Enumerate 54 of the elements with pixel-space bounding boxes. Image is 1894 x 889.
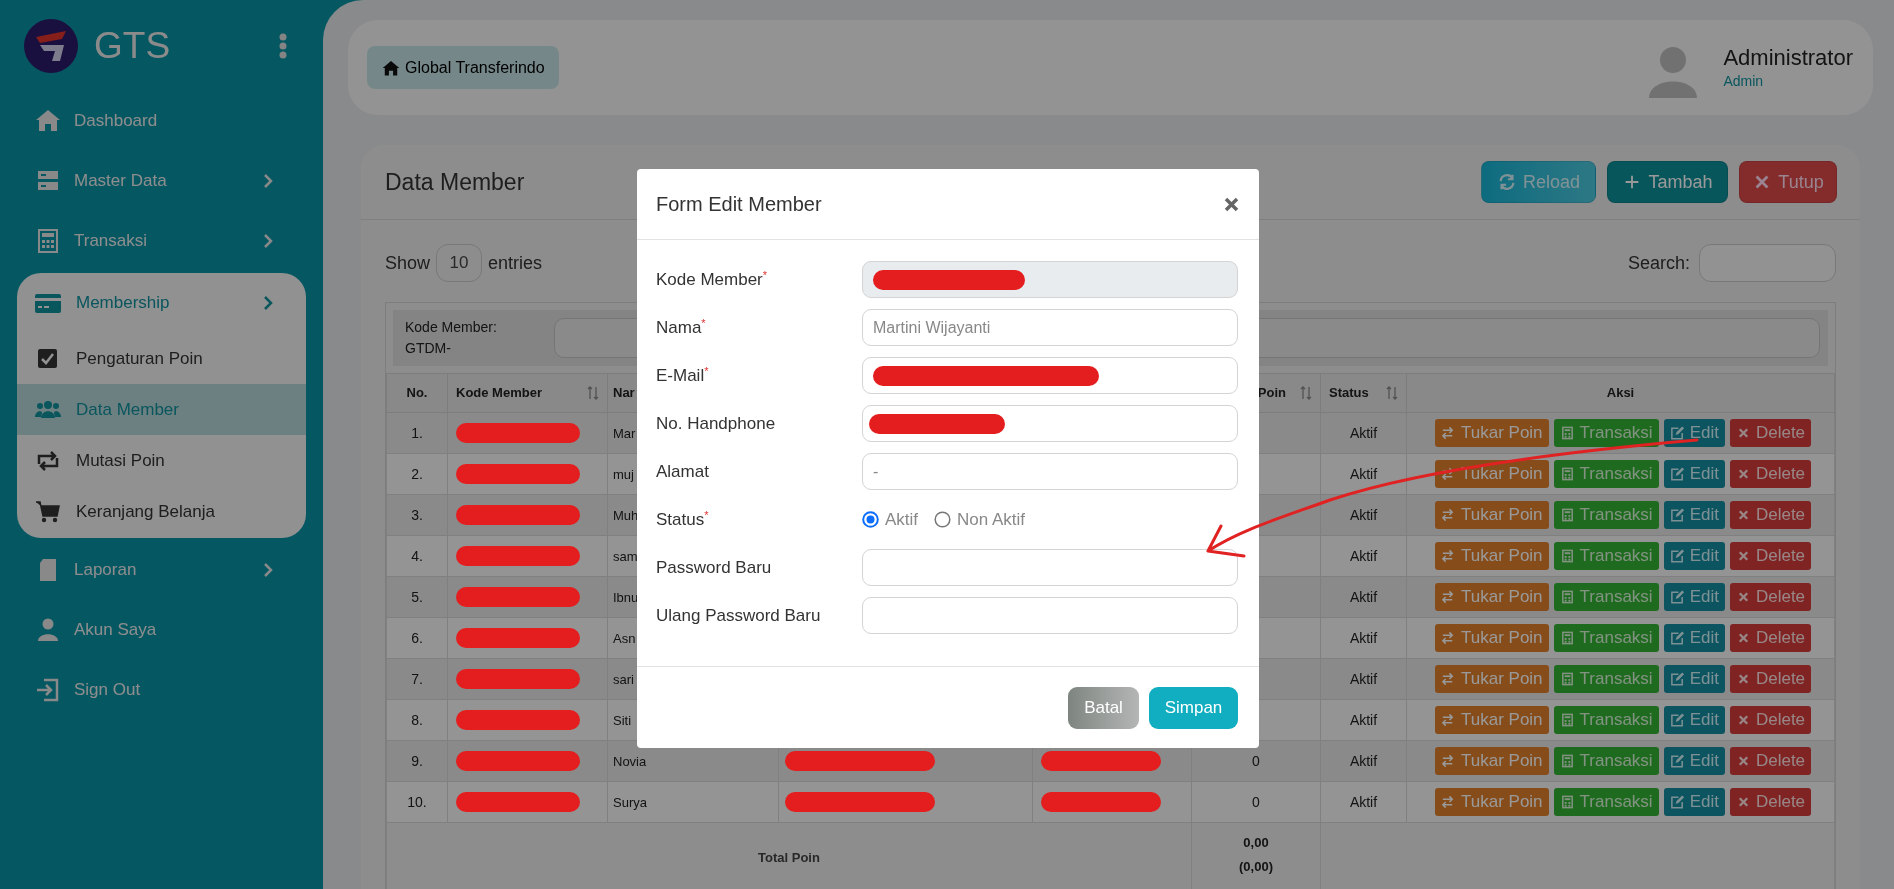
- table-cell: Aktif: [1349, 506, 1378, 523]
- table-cell: 0: [1252, 752, 1260, 769]
- table-cell: Aktif: [1349, 424, 1378, 441]
- field-label: Alamat: [656, 460, 710, 483]
- table-cell: 5.: [411, 588, 423, 605]
- field-label: Nama$^{*}$: [656, 316, 707, 339]
- table-cell: 6.: [411, 629, 423, 646]
- table-cell: 4.: [411, 547, 423, 564]
- table-cell: Surya: [613, 794, 647, 810]
- table-cell: Aktif: [1349, 629, 1378, 646]
- show-label: Show: [385, 251, 431, 275]
- user-name: Administrator: [1723, 44, 1853, 71]
- table-cell: Aktif: [1349, 711, 1378, 728]
- field-label: Status$^{*}$: [656, 508, 710, 531]
- table-cell: Aktif: [1349, 793, 1378, 810]
- radio-label: Aktif: [885, 508, 919, 531]
- total-label: Total Poin: [758, 850, 820, 865]
- radio-label: Non Aktif: [957, 508, 1026, 531]
- table-cell: 10.: [407, 793, 427, 810]
- table-cell: sari: [613, 671, 634, 687]
- table-cell: Ibnu: [613, 589, 639, 605]
- table-cell: 2.: [411, 465, 423, 482]
- table-cell: 3.: [411, 506, 423, 523]
- table-cell: Aktif: [1349, 465, 1378, 482]
- table-cell: 7.: [411, 670, 423, 687]
- entries-label: entries: [488, 251, 543, 275]
- field-label: E-Mail$^{*}$: [656, 364, 710, 387]
- table-cell: Aktif: [1349, 588, 1378, 605]
- field-label: Ulang Password Baru: [656, 604, 822, 627]
- brand-name: GTS: [94, 23, 171, 68]
- card-title: Data Member: [385, 167, 525, 197]
- table-cell: Aktif: [1349, 670, 1378, 687]
- table-cell: muj: [613, 466, 634, 482]
- table-cell: Muh: [613, 507, 639, 523]
- table-cell: Aktif: [1349, 547, 1378, 564]
- total-value: 0,00: [1242, 834, 1270, 852]
- table-cell: Mar: [613, 425, 636, 441]
- table-cell: Novia: [613, 753, 647, 769]
- user-role: Admin: [1723, 71, 1765, 91]
- table-cell: 8.: [411, 711, 423, 728]
- table-cell: Siti: [613, 712, 632, 728]
- field-label: No. Handphone: [656, 412, 777, 435]
- table-cell: Aktif: [1349, 752, 1378, 769]
- search-label: Search:: [1627, 251, 1690, 275]
- dialog-title: Form Edit Member: [656, 192, 822, 217]
- field-label: Kode Member$^{*}$: [656, 268, 769, 291]
- table-cell: Asn: [613, 630, 636, 646]
- filter-label: Kode Member: GTDM-: [404, 318, 498, 358]
- table-cell: 0: [1252, 793, 1260, 810]
- total-value: (0,00): [1238, 858, 1274, 876]
- table-cell: 9.: [411, 752, 423, 769]
- table-cell: 1.: [411, 424, 423, 441]
- field-label: Password Baru: [656, 556, 773, 579]
- table-cell: sam: [613, 548, 638, 564]
